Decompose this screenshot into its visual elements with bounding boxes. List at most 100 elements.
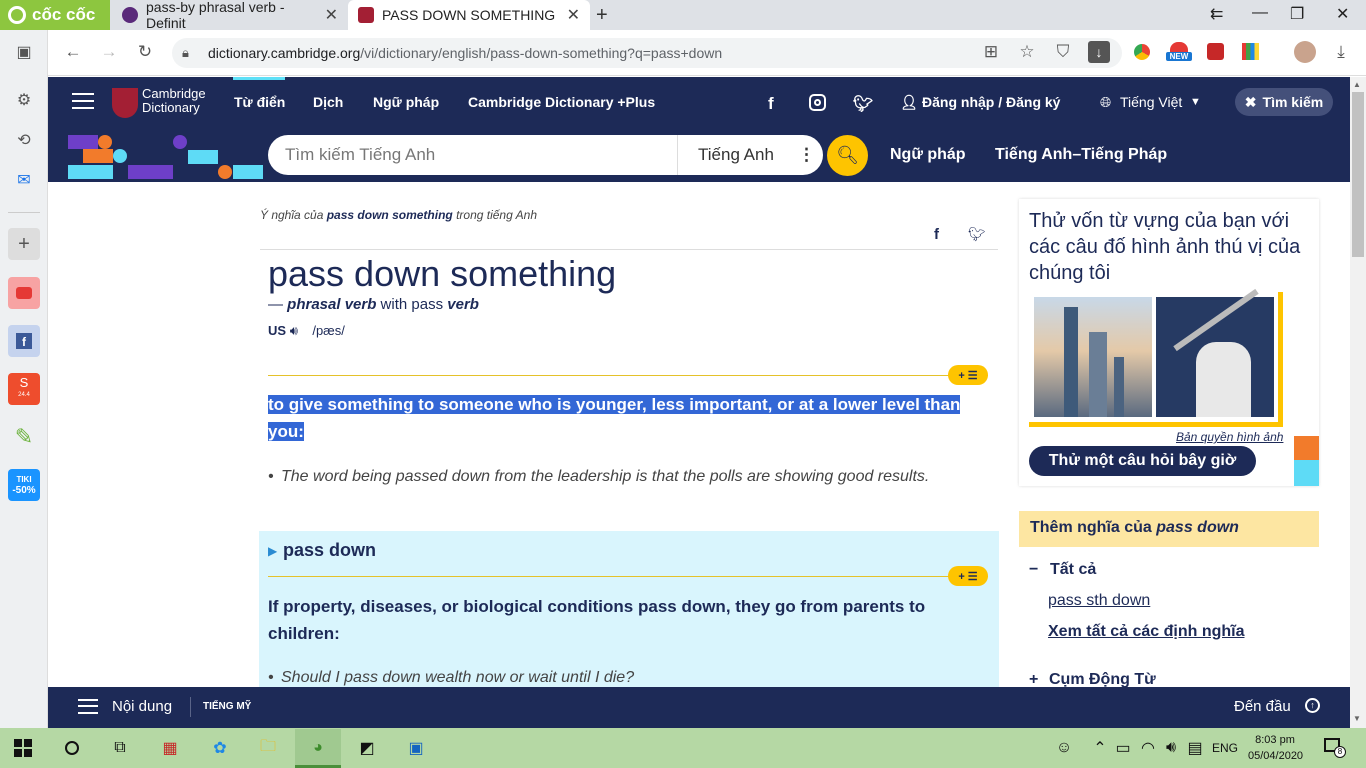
brand-logo[interactable]: Cambridge Dictionary [142,87,206,115]
chrome-extension-icon[interactable] [1134,44,1150,60]
avatar[interactable] [1294,41,1316,63]
minimize-icon[interactable]: — [1252,4,1268,22]
close-tab-icon[interactable]: ✕ [325,5,338,25]
arrow-up-icon[interactable]: ↑ [1305,698,1320,713]
people-icon[interactable]: ☺ [1052,736,1076,760]
more-options-icon[interactable]: ⋮ [798,145,815,165]
bookmark-star-icon[interactable]: ☆ [1016,42,1038,62]
app-paint-icon[interactable]: ✿ [208,736,232,760]
input-language[interactable]: ENG [1212,741,1238,755]
browser-tab[interactable]: pass-by phrasal verb - Definit ✕ [112,0,348,31]
scrollbar-thumb[interactable] [1352,92,1364,257]
windows-start-icon[interactable] [14,739,32,757]
phrasal-verb-title[interactable]: pass down [283,540,376,561]
coccoc-logo[interactable]: cốc cốc [0,0,110,30]
reload-icon[interactable]: ↻ [134,42,156,62]
forward-icon[interactable]: → [98,42,120,62]
sticky-notes-icon[interactable]: ◩ [355,736,379,760]
back-to-top-button[interactable]: Đến đầu [1234,698,1291,715]
tray-chevron-icon[interactable]: ⌃ [1088,736,1112,760]
twitter-icon[interactable]: 🐦︎ [853,94,873,114]
all-meanings-toggle[interactable]: Tất cả [1050,561,1096,579]
clock[interactable]: 8:03 pm 05/04/2020 [1248,732,1303,764]
search-input[interactable]: Tìm kiếm Tiếng Anh Tiếng Anh ⋮ [268,135,823,175]
scroll-up-icon[interactable]: ▲ [1353,80,1361,89]
red-extension-icon[interactable] [1207,43,1224,60]
add-to-wordlist-button-2[interactable]: + ☰ [948,566,988,586]
browser-tab-active[interactable]: PASS DOWN SOMETHING | Đ ✕ [348,0,590,30]
lock-icon[interactable]: 🔒︎ [182,45,189,61]
app-gift-icon[interactable]: ▦ [158,736,182,760]
nav-english-french[interactable]: Tiếng Anh–Tiếng Pháp [995,146,1167,164]
instagram-icon[interactable] [809,94,826,111]
messenger-icon[interactable]: ✉ [8,164,40,196]
coccoc-leaf-icon[interactable]: ✎ [8,421,40,453]
shopee-icon[interactable]: S 24.4 [8,373,40,405]
history-icon[interactable]: ⟲ [8,124,40,156]
quiz-image-frame[interactable] [1029,288,1283,427]
search-button[interactable]: 🔍︎ [827,135,868,176]
search-dictionary-selector[interactable]: Tiếng Anh [678,145,774,165]
login-link[interactable]: Đăng nhập / Đăng ký [922,94,1060,110]
contents-button[interactable]: Nội dung [112,698,172,715]
cambridge-crest-icon [112,88,138,118]
cortana-icon[interactable] [60,736,84,760]
coccoc-taskbar-icon[interactable]: ◕ [306,736,330,760]
shield-icon[interactable]: ⛉ [1052,42,1074,62]
action-center-icon[interactable]: 8 [1324,738,1346,758]
file-explorer-icon[interactable]: 🗀 [256,736,280,760]
sidebar-toggle-icon[interactable]: ▣ [8,36,40,68]
related-link-pass-sth-down[interactable]: pass sth down [1048,592,1150,610]
keyboard-icon[interactable]: ▤ [1183,736,1207,760]
chevron-down-icon[interactable]: ▼ [1190,96,1201,108]
nav-grammar-secondary[interactable]: Ngữ pháp [890,146,966,164]
tiki-icon[interactable]: TIKI -50% [8,469,40,501]
brand-line2: Dictionary [142,100,200,115]
caret-right-icon[interactable]: ▶ [268,544,277,558]
app-window-icon[interactable]: ▣ [404,736,428,760]
battery-icon[interactable]: ▭ [1111,736,1135,760]
globe-icon[interactable]: 🌐︎ [1100,94,1111,111]
search-toggle-label: Tìm kiếm [1262,94,1324,110]
tab-menu-icon[interactable]: ⇇ [1210,4,1223,24]
bullet: • [268,669,274,686]
scroll-down-icon[interactable]: ▼ [1353,714,1361,723]
task-view-icon[interactable]: ⧉ [108,736,132,760]
see-all-definitions-link[interactable]: Xem tất cả các định nghĩa [1048,623,1245,641]
close-tab-icon[interactable]: ✕ [567,5,580,25]
add-to-wordlist-button[interactable]: + ☰ [948,365,988,385]
user-icon[interactable]: 👤︎ [900,94,918,111]
search-toggle-button[interactable]: ✖ Tìm kiếm [1235,88,1333,116]
image-copyright-link[interactable]: Bản quyền hình ảnh [1176,430,1283,444]
nav-grammar[interactable]: Ngữ pháp [373,94,439,110]
add-panel-icon[interactable]: + [8,228,40,260]
try-quiz-button[interactable]: Thử một câu hỏi bây giờ [1029,446,1256,476]
hamburger-menu-icon[interactable] [72,93,94,109]
new-tab-icon[interactable]: + [596,4,608,27]
translate-icon[interactable]: ⊞ [980,42,1002,62]
maximize-icon[interactable]: ❐ [1290,4,1304,24]
dialect-label[interactable]: TIẾNG MỸ [203,701,251,712]
facebook-icon[interactable]: f [8,325,40,357]
colorful-extension-icon[interactable] [1242,43,1259,60]
facebook-icon[interactable]: f [768,94,774,114]
language-selector[interactable]: Tiếng Việt [1120,94,1182,110]
settings-icon[interactable]: ⚙ [8,84,40,116]
speaker-icon[interactable]: 🔊︎ [290,323,298,338]
news-extension-icon[interactable]: NEW [1166,40,1192,66]
back-icon[interactable]: ← [62,42,84,62]
downloads-icon[interactable]: ⤓ [1330,42,1352,62]
close-window-icon[interactable]: ✕ [1336,4,1349,24]
contents-menu-icon[interactable] [78,699,98,714]
share-twitter-icon[interactable]: 🐦︎ [968,226,986,243]
download-video-icon[interactable]: ↓ [1088,41,1110,63]
volume-icon[interactable]: 🔊︎ [1159,736,1183,760]
share-facebook-icon[interactable]: f [934,226,939,243]
youtube-icon[interactable] [8,277,40,309]
collapse-icon[interactable]: − [1029,561,1038,579]
wifi-icon[interactable]: ◠ [1136,736,1160,760]
pv-divider [268,576,988,577]
nav-translate[interactable]: Dịch [313,94,343,110]
nav-dictionary[interactable]: Từ điển [234,94,285,110]
nav-plus[interactable]: Cambridge Dictionary +Plus [468,94,655,110]
